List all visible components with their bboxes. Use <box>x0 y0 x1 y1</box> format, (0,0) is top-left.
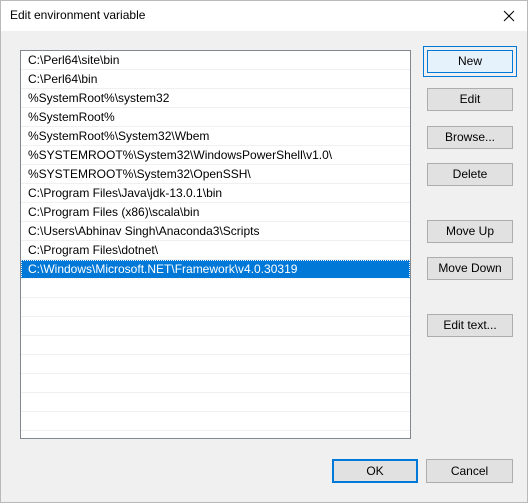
list-item[interactable]: %SystemRoot% <box>21 108 410 127</box>
move-up-button[interactable]: Move Up <box>427 220 513 243</box>
list-item[interactable]: C:\Perl64\site\bin <box>21 51 410 70</box>
window-title: Edit environment variable <box>10 8 146 22</box>
title-bar: Edit environment variable <box>1 1 527 31</box>
empty-list-row[interactable] <box>21 412 410 431</box>
list-item[interactable]: C:\Program Files\dotnet\ <box>21 241 410 260</box>
list-item[interactable]: C:\Program Files (x86)\scala\bin <box>21 203 410 222</box>
list-item[interactable]: C:\Perl64\bin <box>21 70 410 89</box>
empty-list-row[interactable] <box>21 355 410 374</box>
empty-list-row[interactable] <box>21 336 410 355</box>
list-item[interactable]: %SystemRoot%\system32 <box>21 89 410 108</box>
close-icon <box>503 10 515 22</box>
empty-list-row[interactable] <box>21 393 410 412</box>
ok-button[interactable]: OK <box>332 459 418 483</box>
empty-list-row[interactable] <box>21 317 410 336</box>
list-item[interactable]: C:\Program Files\Java\jdk-13.0.1\bin <box>21 184 410 203</box>
list-item[interactable]: %SYSTEMROOT%\System32\OpenSSH\ <box>21 165 410 184</box>
cancel-button[interactable]: Cancel <box>426 459 513 483</box>
list-item[interactable]: C:\Windows\Microsoft.NET\Framework\v4.0.… <box>21 260 410 279</box>
list-item[interactable]: %SYSTEMROOT%\System32\WindowsPowerShell\… <box>21 146 410 165</box>
empty-list-row[interactable] <box>21 279 410 298</box>
move-down-button[interactable]: Move Down <box>427 257 513 280</box>
browse-button[interactable]: Browse... <box>427 126 513 149</box>
new-button[interactable]: New <box>427 50 513 73</box>
empty-list-row[interactable] <box>21 374 410 393</box>
list-item[interactable]: C:\Users\Abhinav Singh\Anaconda3\Scripts <box>21 222 410 241</box>
edit-environment-variable-dialog: Edit environment variable C:\Perl64\site… <box>0 0 528 503</box>
delete-button[interactable]: Delete <box>427 163 513 186</box>
close-button[interactable] <box>497 4 521 28</box>
edit-text-button[interactable]: Edit text... <box>427 314 513 337</box>
path-list[interactable]: C:\Perl64\site\bin C:\Perl64\bin %SystemRo… <box>20 50 411 439</box>
edit-button[interactable]: Edit <box>427 88 513 111</box>
list-item[interactable]: %SystemRoot%\System32\Wbem <box>21 127 410 146</box>
empty-list-row[interactable] <box>21 298 410 317</box>
